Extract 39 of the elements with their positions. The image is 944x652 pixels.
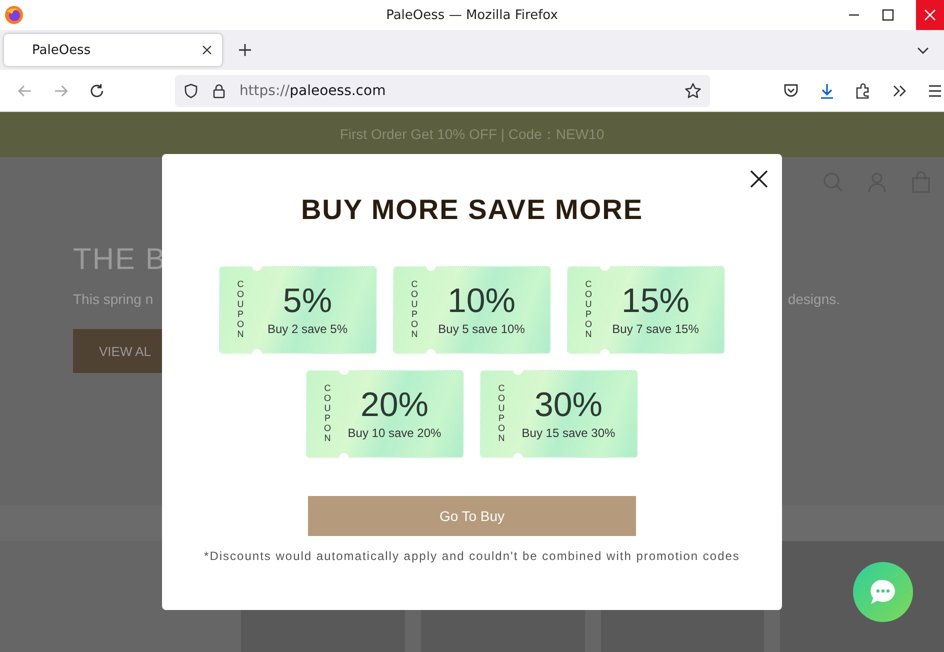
new-tab-icon[interactable] <box>238 43 252 57</box>
coupon-label: COUPON <box>497 384 506 444</box>
coupon-condition: Buy 10 save 20% <box>348 426 442 440</box>
shield-icon[interactable] <box>183 82 200 98</box>
star-icon[interactable] <box>684 82 702 100</box>
discount-value: 5% <box>282 284 332 320</box>
coupon-card[interactable]: COUPON 15% Buy 7 save 15% <box>567 266 725 354</box>
window-title: PaleOess — Mozilla Firefox <box>385 8 559 22</box>
discount-value: 20% <box>360 388 429 424</box>
address-bar[interactable]: https://paleoess.com <box>175 74 710 106</box>
lock-icon[interactable] <box>211 82 228 98</box>
download-icon[interactable] <box>818 82 836 100</box>
coupon-condition: Buy 2 save 5% <box>267 322 348 336</box>
coupon-condition: Buy 5 save 10% <box>438 322 525 336</box>
discount-note: *Discounts would automatically apply and couldn't be combined with promotion codes <box>204 549 740 563</box>
close-window-button[interactable] <box>916 0 944 30</box>
reload-icon[interactable] <box>88 82 106 100</box>
coupon-label: COUPON <box>236 280 245 340</box>
coupon-condition: Buy 15 save 30% <box>522 426 616 440</box>
discount-value: 15% <box>621 284 690 320</box>
discount-value: 10% <box>447 284 516 320</box>
coupon-card[interactable]: COUPON 5% Buy 2 save 5% <box>219 266 377 354</box>
coupon-label: COUPON <box>584 280 593 340</box>
browser-logo-icon <box>4 5 24 25</box>
coupon-card[interactable]: COUPON 20% Buy 10 save 20% <box>306 370 464 458</box>
pocket-icon[interactable] <box>782 82 800 100</box>
browser-tab[interactable]: PaleOess <box>4 34 222 66</box>
chat-bubble-icon <box>868 578 898 606</box>
discount-value: 30% <box>534 388 603 424</box>
popup-title: BUY MORE SAVE MORE <box>300 194 644 226</box>
maximize-icon[interactable] <box>882 9 894 21</box>
coupon-label: COUPON <box>323 384 332 444</box>
coupon-card[interactable]: COUPON 30% Buy 15 save 30% <box>480 370 638 458</box>
hero-subtitle: This spring n <box>73 291 154 307</box>
url-text: https://paleoess.com <box>239 82 386 98</box>
coupon-label: COUPON <box>410 280 419 340</box>
hero-subtitle: designs. <box>788 291 840 307</box>
coupon-card[interactable]: COUPON 10% Buy 5 save 10% <box>393 266 551 354</box>
coupon-condition: Buy 7 save 15% <box>612 322 699 336</box>
